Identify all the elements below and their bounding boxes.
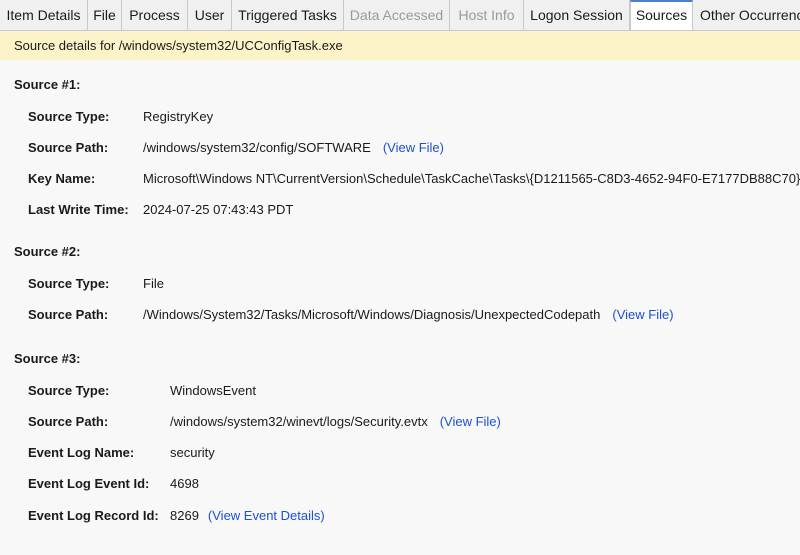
source-1-key-name-value: Microsoft\Windows NT\CurrentVersion\Sche…: [143, 171, 800, 186]
source-2-path-label: Source Path:: [28, 307, 109, 322]
source-3-record-id: 8269 (View Event Details): [170, 508, 325, 523]
tab-process[interactable]: Process: [122, 0, 188, 30]
tab-triggered-tasks[interactable]: Triggered Tasks: [232, 0, 344, 30]
source-3-view-file-link[interactable]: (View File): [440, 414, 501, 429]
source-3-type-label: Source Type:: [28, 383, 110, 398]
source-1-type-label: Source Type:: [28, 109, 110, 124]
tab-bar: Item Details File Process User Triggered…: [0, 0, 800, 31]
source-details-banner: Source details for /windows/system32/UCC…: [0, 31, 800, 60]
source-2-type-label: Source Type:: [28, 276, 110, 291]
source-3-view-event-details-link[interactable]: (View Event Details): [208, 508, 325, 523]
source-2-type-value: File: [143, 276, 164, 291]
source-1-path-value: /windows/system32/config/SOFTWARE: [143, 140, 371, 155]
source-2-path: /Windows/System32/Tasks/Microsoft/Window…: [143, 307, 674, 322]
tab-item-details[interactable]: Item Details: [0, 0, 88, 30]
source-3-path: /windows/system32/winevt/logs/Security.e…: [170, 414, 501, 429]
tab-user[interactable]: User: [188, 0, 232, 30]
source-3-type-value: WindowsEvent: [170, 383, 256, 398]
source-1-title: Source #1:: [14, 77, 81, 92]
tab-logon-session[interactable]: Logon Session: [524, 0, 630, 30]
source-3-event-log-name-value: security: [170, 445, 215, 460]
source-2-title: Source #2:: [14, 244, 81, 259]
tab-file[interactable]: File: [88, 0, 122, 30]
tab-data-accessed: Data Accessed: [344, 0, 450, 30]
source-2-view-file-link[interactable]: (View File): [612, 307, 673, 322]
source-1-view-file-link[interactable]: (View File): [383, 140, 444, 155]
source-1-last-write-value: 2024-07-25 07:43:43 PDT: [143, 202, 294, 217]
source-1-last-write-label: Last Write Time:: [28, 202, 129, 217]
tab-host-info: Host Info: [450, 0, 524, 30]
source-1-path: /windows/system32/config/SOFTWARE (View F…: [143, 140, 444, 155]
source-3-event-log-name-label: Event Log Name:: [28, 445, 135, 460]
source-3-event-id-label: Event Log Event Id:: [28, 476, 150, 491]
source-3-path-label: Source Path:: [28, 414, 109, 429]
source-2-path-value: /Windows/System32/Tasks/Microsoft/Window…: [143, 307, 601, 322]
source-3-event-id-value: 4698: [170, 476, 199, 491]
source-3-record-id-label: Event Log Record Id:: [28, 508, 159, 523]
source-1-type-value: RegistryKey: [143, 109, 214, 124]
source-1-key-name-label: Key Name:: [28, 171, 96, 186]
sources-panel: Source #1: Source Type: RegistryKey Sour…: [0, 60, 800, 555]
source-1-path-label: Source Path:: [28, 140, 109, 155]
tab-other-occurrences[interactable]: Other Occurrences: [693, 0, 800, 30]
source-3-path-value: /windows/system32/winevt/logs/Security.e…: [170, 414, 428, 429]
source-3-record-id-value: 8269: [170, 508, 199, 523]
tab-sources[interactable]: Sources: [630, 0, 693, 30]
source-3-title: Source #3:: [14, 351, 81, 366]
